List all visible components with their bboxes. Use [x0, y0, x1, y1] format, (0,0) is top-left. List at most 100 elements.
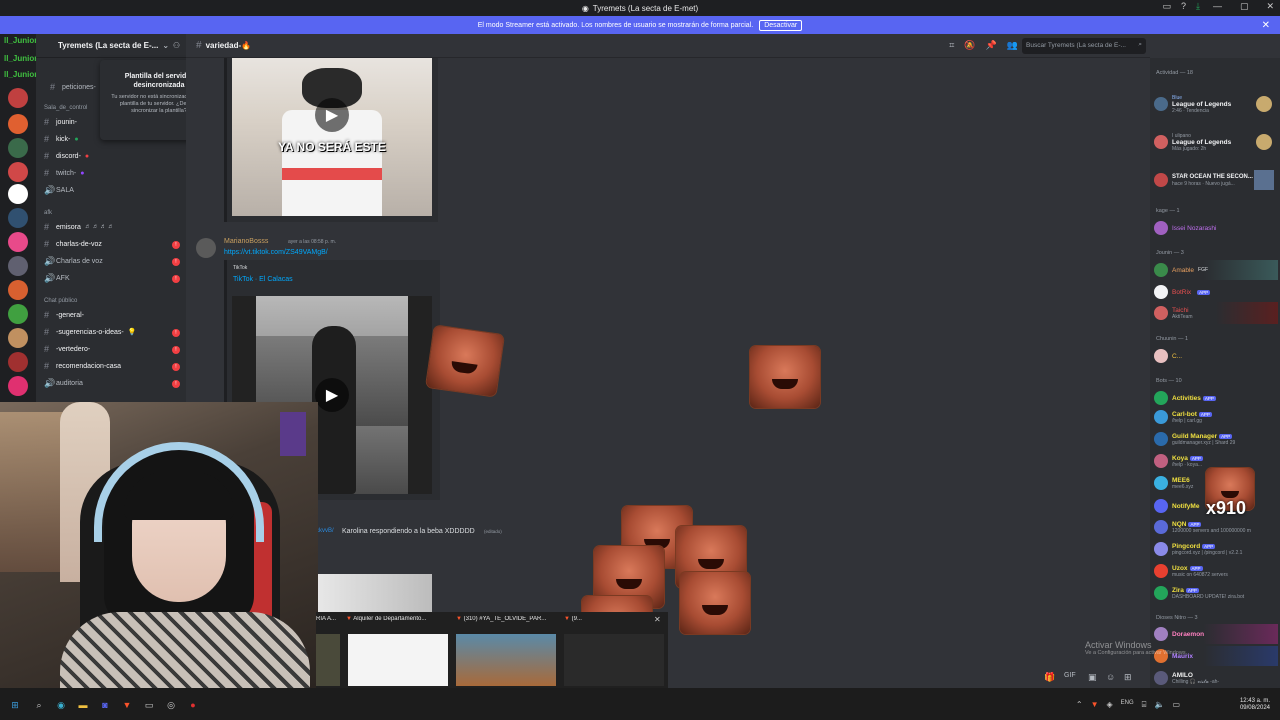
battery-icon[interactable]: ▭: [1172, 700, 1180, 710]
server-icon[interactable]: [8, 304, 28, 324]
clock[interactable]: 12:43 a. m. 09/08/2024: [1240, 698, 1270, 712]
server-icon[interactable]: [8, 162, 28, 182]
voice-channel-item[interactable]: 🔊 auditoria: [44, 376, 83, 390]
server-icon[interactable]: [8, 114, 28, 134]
preview-thumbnail[interactable]: [564, 634, 664, 686]
server-icon[interactable]: [8, 232, 28, 252]
close-window-button[interactable]: ✕: [1266, 1, 1274, 12]
discord-icon[interactable]: ◙: [98, 700, 112, 710]
channel-item[interactable]: # discord- ●: [44, 149, 89, 163]
preview-label[interactable]: RÍA A...: [316, 616, 344, 622]
chevron-up-icon[interactable]: ⌃: [1076, 700, 1083, 710]
channel-item[interactable]: # -sugerencias-o-ideas- 💡: [44, 325, 136, 339]
channel-item[interactable]: # emisora ♬ ♬ ♬ ♬: [44, 220, 114, 234]
file-explorer-icon[interactable]: ▬: [76, 700, 90, 710]
network-icon[interactable]: ⌸: [1142, 700, 1147, 710]
member-item[interactable]: C...: [1154, 346, 1278, 366]
emoji-icon[interactable]: ☺: [1106, 672, 1115, 682]
channel-item[interactable]: # recomendacion-casa: [44, 359, 121, 373]
member-item[interactable]: Blue League of Legends 2:46 · Tendencia: [1154, 90, 1278, 118]
channel-item[interactable]: # -vertedero-: [44, 342, 90, 356]
member-item[interactable]: Amable FGF: [1154, 260, 1278, 280]
bot-item[interactable]: NQN APP 1200000 servers and 100000000 m: [1154, 517, 1278, 537]
brave-tray-icon[interactable]: ▼: [1091, 700, 1099, 710]
server-icon[interactable]: [8, 328, 28, 348]
play-icon[interactable]: ▶: [315, 98, 349, 132]
minimize-button[interactable]: —: [1213, 1, 1222, 12]
obs-icon[interactable]: ●: [186, 700, 200, 710]
volume-icon[interactable]: 🔈: [1154, 700, 1164, 710]
terminal-icon[interactable]: ▭: [142, 700, 156, 710]
preview-thumbnail[interactable]: [348, 634, 448, 686]
play-icon[interactable]: ▶: [315, 378, 349, 412]
server-icon[interactable]: [8, 138, 28, 158]
channel-item[interactable]: # kick- ●: [44, 132, 79, 146]
server-icon[interactable]: [8, 208, 28, 228]
member-item[interactable]: BotRix APP: [1154, 282, 1278, 302]
server-icon[interactable]: [8, 352, 28, 372]
member-item[interactable]: Taichi AktiTeam: [1154, 302, 1278, 324]
pin-icon[interactable]: 📌: [986, 40, 997, 51]
sticker-icon[interactable]: ▣: [1088, 672, 1097, 683]
server-icon[interactable]: [8, 376, 28, 396]
download-icon[interactable]: ⤓: [1196, 1, 1200, 12]
channel-item[interactable]: # charlas-de-voz: [44, 237, 102, 251]
member-item[interactable]: AMILO Chilling 🎧 𝓿𝓲𝓼𝓽𝓪 -ah-: [1154, 668, 1278, 688]
bot-item[interactable]: Activities APP: [1154, 388, 1278, 408]
help-icon[interactable]: ?: [1181, 1, 1186, 12]
close-preview-icon[interactable]: ✕: [654, 615, 661, 624]
voice-channel-item[interactable]: 🔊 SALA: [44, 183, 74, 197]
members-icon[interactable]: 👥: [1007, 40, 1018, 51]
threads-icon[interactable]: ⌗: [949, 40, 954, 51]
bot-item[interactable]: Guild Manager APP guildmanager.xyz | Shard…: [1154, 429, 1278, 449]
preview-label[interactable]: ▼ Alquiler de Departamento...: [346, 616, 446, 622]
brave-icon[interactable]: ▼: [120, 700, 134, 710]
channel-item[interactable]: # twitch- ●: [44, 166, 84, 180]
preview-label[interactable]: ▼ (310) #YA_TE_OLVIDE_PAR...: [456, 616, 556, 622]
inbox-icon[interactable]: ▭: [1162, 1, 1171, 12]
preview-thumbnail[interactable]: [316, 634, 340, 686]
channel-item[interactable]: # jounin-: [44, 115, 77, 129]
search-icon[interactable]: ⌕: [32, 700, 46, 710]
language-label[interactable]: ENG: [1121, 700, 1134, 710]
category-label[interactable]: Chat público: [44, 298, 77, 304]
category-label[interactable]: Sala_de_control: [44, 105, 87, 111]
gif-icon[interactable]: GIF: [1064, 672, 1076, 679]
edge-icon[interactable]: ◉: [54, 700, 68, 710]
server-header[interactable]: Tyremets (La secta de E-... ⌄ ⚇: [36, 34, 186, 58]
add-member-icon[interactable]: ⚇: [173, 41, 180, 50]
preview-label[interactable]: ▼ (9...: [564, 616, 604, 622]
attachment-preview[interactable]: [316, 574, 432, 614]
server-icon[interactable]: [8, 280, 28, 300]
member-item[interactable]: Issei Nozarashi: [1154, 218, 1278, 238]
bot-item[interactable]: Uzox APP music on 640872 servers: [1154, 561, 1278, 581]
close-banner-icon[interactable]: ✕: [1262, 20, 1270, 31]
notification-icon[interactable]: 🔕: [964, 40, 975, 51]
channel-item[interactable]: # -general-: [44, 308, 84, 322]
user-avatar[interactable]: [196, 238, 216, 258]
maximize-button[interactable]: ▢: [1240, 1, 1249, 12]
disable-streamer-mode-button[interactable]: Desactivar: [759, 19, 803, 31]
message-link[interactable]: https://vt.tiktok.com/ZS49VAMgB/: [224, 249, 328, 256]
app-icon[interactable]: ◎: [164, 700, 178, 710]
voice-channel-item[interactable]: 🔊 AFK: [44, 271, 70, 285]
apps-icon[interactable]: ⊞: [1124, 672, 1132, 683]
video-thumbnail[interactable]: YA NO SERÁ ESTE ▶: [232, 58, 432, 216]
gift-icon[interactable]: 🎁: [1044, 672, 1055, 683]
channel-item[interactable]: # peticiones-: [50, 80, 96, 94]
bot-item[interactable]: Pingcord APP pingcord.xyz | /pingcord | v2…: [1154, 539, 1278, 559]
embed-title[interactable]: TikTok · El Calacas: [233, 276, 293, 283]
bot-item[interactable]: Zira APP DASHBOARD UPDATE! zira.bot: [1154, 583, 1278, 603]
windows-start-icon[interactable]: ⊞: [8, 700, 22, 710]
preview-thumbnail[interactable]: [456, 634, 556, 686]
member-item[interactable]: STAR OCEAN THE SECON... hace 9 horas · N…: [1154, 166, 1278, 194]
voice-channel-item[interactable]: 🔊 Charlas de voz: [44, 254, 103, 268]
message-author[interactable]: ckvvB/: [316, 528, 334, 534]
server-icon[interactable]: [8, 184, 28, 204]
category-label[interactable]: afk: [44, 210, 52, 216]
search-input[interactable]: Buscar Tyremets (La secta de E-... ⌕: [1022, 38, 1146, 54]
bot-item[interactable]: Carl-bot APP/help | carl.gg: [1154, 407, 1278, 427]
member-item[interactable]: I ulipano League of Legends Más jugado: …: [1154, 128, 1278, 156]
server-icon[interactable]: [8, 88, 28, 108]
app-tray-icon[interactable]: ◈: [1106, 700, 1112, 710]
